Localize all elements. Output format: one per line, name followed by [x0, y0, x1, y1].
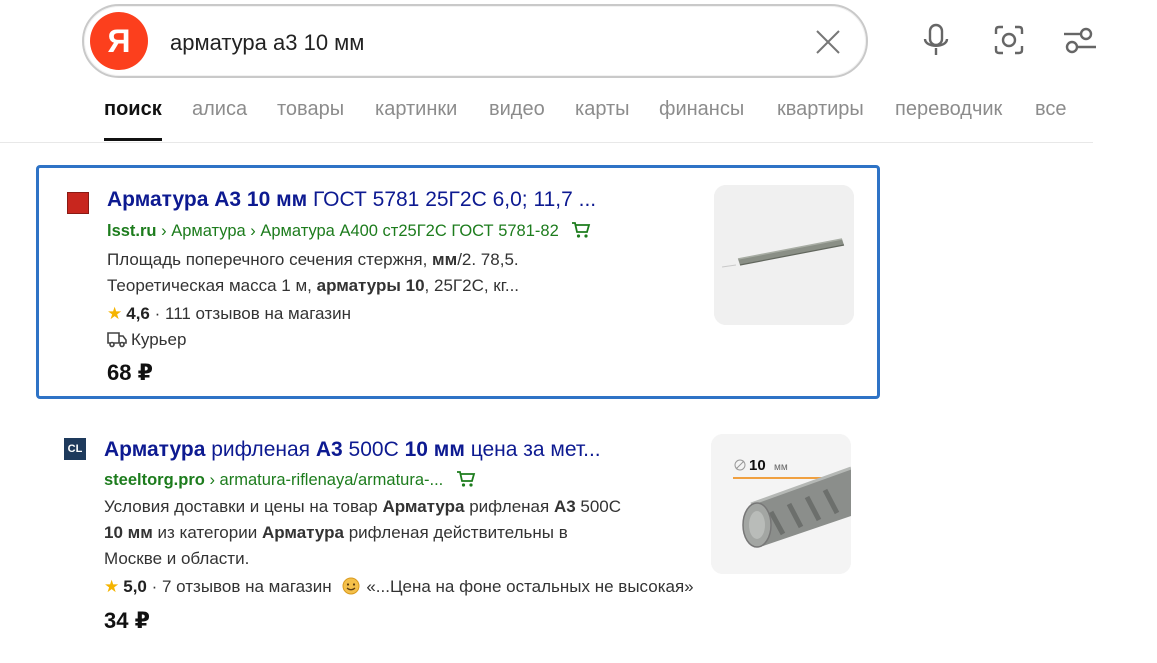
snippet-text: Москве и области. — [104, 549, 250, 568]
tab-search[interactable]: поиск — [104, 98, 162, 141]
tab-all[interactable]: все — [1035, 98, 1067, 121]
cart-icon — [572, 222, 591, 238]
title-bold: Арматура А3 10 мм — [107, 188, 308, 211]
result-title-link[interactable]: Арматура А3 10 мм ГОСТ 5781 25Г2С 6,0; 1… — [107, 188, 687, 212]
title-text: рифленая — [205, 438, 316, 461]
price: 34 ₽ — [104, 608, 150, 633]
thumb-diameter-label: 10 — [749, 457, 766, 474]
snippet-text: 500С — [575, 497, 622, 516]
settings-sliders-icon[interactable] — [1062, 22, 1096, 58]
delivery-line: Курьер — [107, 330, 186, 350]
title-bold: 10 мм — [404, 438, 465, 461]
site-favicon: CL — [64, 438, 86, 460]
snippet-bold: А3 — [553, 497, 576, 516]
emoji-face-icon — [342, 577, 360, 595]
result-breadcrumbs[interactable]: › armatura-riflenaya/armatura-... — [205, 471, 443, 489]
rebar-image — [714, 185, 854, 325]
price: 68 ₽ — [107, 360, 153, 385]
title-bold: А3 — [315, 438, 343, 461]
tab-translator[interactable]: переводчик — [895, 98, 1002, 121]
reviews-link[interactable]: · 7 отзывов на магазин — [147, 577, 332, 596]
thumb-unit-label: мм — [774, 462, 788, 473]
product-thumbnail[interactable]: 10 мм — [711, 434, 851, 574]
tab-goods[interactable]: товары — [277, 98, 344, 121]
snippet-text: из категории — [152, 523, 262, 542]
snippet-line: Москве и области. — [104, 546, 704, 572]
search-bar[interactable]: Я арматура а3 10 мм — [82, 4, 868, 78]
snippet-bold: 10 мм — [104, 523, 153, 542]
result-breadcrumbs[interactable]: › Арматура › Арматура А400 ст25Г2С ГОСТ … — [157, 222, 559, 240]
title-text: 500С — [342, 438, 405, 461]
favicon-text: CL — [67, 443, 83, 455]
title-bold: Арматура — [104, 438, 206, 461]
tab-alice[interactable]: алиса — [192, 98, 247, 121]
tab-apartments[interactable]: квартиры — [777, 98, 864, 121]
reviews-link[interactable]: · 111 отзывов на магазин — [150, 304, 351, 323]
snippet-line: Теоретическая масса 1 м, арматуры 10, 25… — [107, 273, 707, 299]
rating-value: 5,0 — [123, 577, 147, 596]
snippet-text: , 25Г2С, кг... — [424, 276, 520, 295]
rating-line[interactable]: ★ 4,6 · 111 отзывов на магазин — [107, 304, 351, 324]
snippet-line: 10 мм из категории Арматура рифленая дей… — [104, 520, 704, 546]
snippet-text: Теоретическая масса 1 м, — [107, 276, 317, 295]
result-domain[interactable]: lsst.ru — [107, 222, 157, 240]
title-text: цена за мет... — [464, 438, 601, 461]
cart-icon — [456, 471, 476, 487]
result-snippet: Условия доставки и цены на товар Арматур… — [104, 494, 704, 572]
tab-finance[interactable]: финансы — [659, 98, 744, 121]
search-result[interactable]: CL Арматура рифленая А3 500С 10 мм цена … — [36, 430, 880, 640]
rebar-image: 10 мм — [711, 434, 851, 574]
snippet-line: Площадь поперечного сечения стержня, мм/… — [107, 247, 707, 273]
tab-maps[interactable]: карты — [575, 98, 630, 121]
rating-value: 4,6 — [126, 304, 150, 323]
snippet-line: Условия доставки и цены на товар Арматур… — [104, 494, 704, 520]
snippet-text: /2. 78,5. — [457, 250, 519, 269]
result-title-link[interactable]: Арматура рифленая А3 500С 10 мм цена за … — [104, 438, 684, 462]
clear-icon[interactable] — [814, 28, 842, 56]
delivery-text: Курьер — [131, 330, 187, 349]
result-url[interactable]: steeltorg.pro › armatura-riflenaya/armat… — [104, 470, 476, 490]
tab-images[interactable]: картинки — [375, 98, 457, 121]
delivery-truck-icon — [107, 332, 127, 348]
search-input[interactable]: арматура а3 10 мм — [170, 30, 364, 56]
snippet-bold: Арматура — [382, 497, 465, 516]
snippet-text: Условия доставки и цены на товар — [104, 497, 383, 516]
microphone-icon[interactable] — [918, 22, 954, 58]
result-url[interactable]: lsst.ru › Арматура › Арматура А400 ст25Г… — [107, 221, 591, 241]
result-domain[interactable]: steeltorg.pro — [104, 471, 205, 489]
search-result[interactable]: Арматура А3 10 мм ГОСТ 5781 25Г2С 6,0; 1… — [36, 165, 880, 399]
snippet-bold: арматуры 10 — [316, 276, 425, 295]
star-icon: ★ — [107, 304, 123, 323]
product-thumbnail[interactable] — [714, 185, 854, 325]
tab-video[interactable]: видео — [489, 98, 545, 121]
rating-line[interactable]: ★ 5,0 · 7 отзывов на магазин «...Цена на … — [104, 577, 694, 597]
snippet-text: рифленая — [464, 497, 554, 516]
review-quote[interactable]: «...Цена на фоне остальных не высокая» — [366, 577, 693, 596]
title-text: ГОСТ 5781 25Г2С 6,0; 11,7 ... — [307, 188, 597, 211]
yandex-logo[interactable]: Я — [90, 12, 148, 70]
snippet-text: рифленая действительны в — [344, 523, 568, 542]
snippet-bold: мм — [432, 250, 458, 269]
star-icon: ★ — [104, 577, 120, 596]
site-favicon — [67, 192, 89, 214]
snippet-bold: Арматура — [261, 523, 344, 542]
result-snippet: Площадь поперечного сечения стержня, мм/… — [107, 247, 707, 299]
snippet-text: Площадь поперечного сечения стержня, — [107, 250, 433, 269]
camera-search-icon[interactable] — [991, 22, 1027, 58]
tabs-divider — [0, 142, 1093, 143]
